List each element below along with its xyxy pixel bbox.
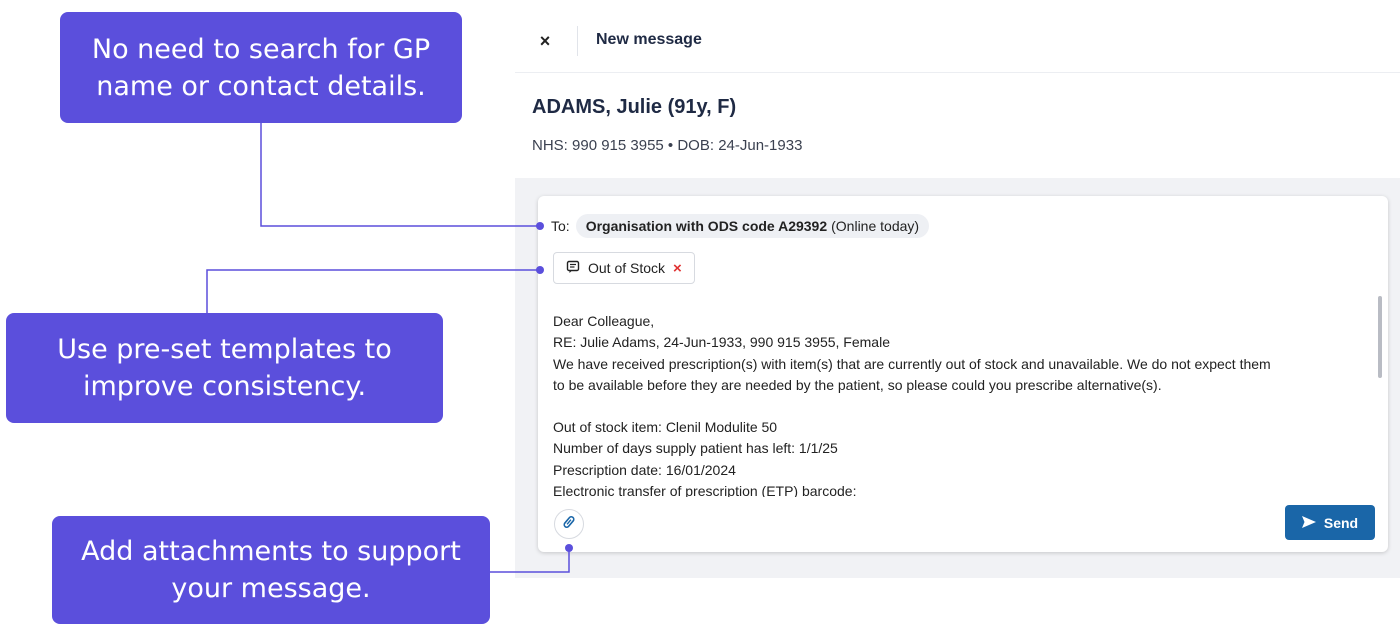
patient-name: ADAMS, Julie (91y, F)	[532, 96, 737, 118]
recipient-status: (Online today)	[831, 218, 920, 234]
close-icon: ×	[539, 30, 551, 51]
body-line: Dear Colleague,	[553, 313, 655, 329]
body-line: Number of days supply patient has left: …	[553, 440, 838, 457]
body-line: We have received prescription(s) with it…	[553, 355, 1271, 372]
send-button[interactable]: Send	[1285, 505, 1375, 540]
message-body[interactable]: Dear Colleague, RE: Julie Adams, 24-Jun-…	[553, 311, 1363, 497]
to-label: To:	[551, 218, 570, 234]
page-title: New message	[596, 31, 702, 48]
body-blank-line	[553, 396, 1363, 417]
recipient-row: To: Organisation with ODS code A29392 (O…	[551, 214, 930, 238]
attach-button[interactable]	[554, 509, 584, 539]
message-template-icon	[566, 260, 580, 277]
template-chip-label: Out of Stock	[588, 260, 666, 276]
recipient-pill[interactable]: Organisation with ODS code A29392 (Onlin…	[575, 214, 930, 238]
callout-templates: Use pre-set templates to improve consist…	[6, 313, 443, 423]
body-line: to be available before they are needed b…	[553, 376, 1162, 393]
paperclip-icon	[562, 515, 576, 534]
recipient-name: Organisation with ODS code A29392	[585, 218, 828, 234]
body-line: Out of stock item: Clenil Modulite 50	[553, 419, 778, 436]
callout-attachments: Add attachments to support your message.	[52, 516, 490, 624]
remove-template-icon[interactable]: ×	[673, 260, 682, 277]
body-line: RE: Julie Adams, 24-Jun-1933, 990 915 39…	[553, 334, 890, 351]
callout-gp-details: No need to search for GP name or contact…	[60, 12, 462, 123]
patient-identifiers: NHS: 990 915 3955 • DOB: 24-Jun-1933	[532, 137, 803, 154]
send-label: Send	[1323, 514, 1359, 531]
template-chip[interactable]: Out of Stock ×	[553, 252, 695, 284]
body-line: Prescription date: 16/01/2024	[553, 461, 736, 478]
header-divider	[577, 26, 578, 56]
send-arrow-icon	[1301, 515, 1316, 531]
body-line: Electronic transfer of prescription (ETP…	[553, 483, 857, 497]
close-button[interactable]: ×	[530, 26, 560, 56]
message-scrollbar[interactable]	[1378, 296, 1382, 378]
